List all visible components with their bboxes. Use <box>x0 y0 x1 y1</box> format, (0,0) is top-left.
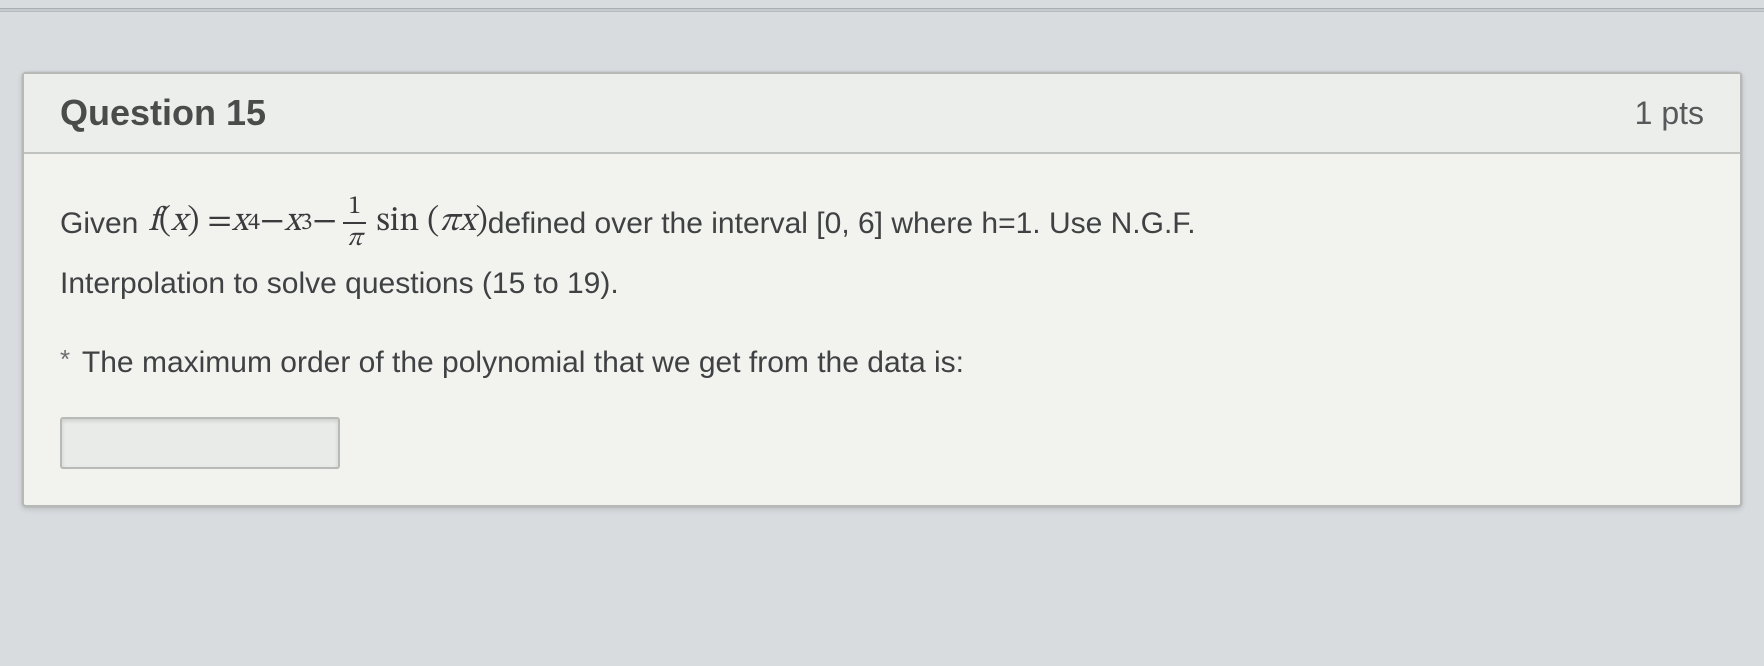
question-header: Question 15 1 pts <box>24 74 1740 154</box>
question-title: Question 15 <box>60 92 266 134</box>
fraction-numerator: 1 <box>344 194 365 220</box>
question-card: Question 15 1 pts Given f ( x ) = x4 − x… <box>22 72 1742 507</box>
sin-arg-x: x <box>459 194 475 252</box>
paren-close-eq: ) = <box>187 194 232 252</box>
paren-open: ( <box>159 194 171 252</box>
fraction-bar <box>343 222 366 224</box>
fraction-one-over-pi: 1 π <box>343 194 366 252</box>
minus-1: − <box>260 194 284 252</box>
term1-base: x <box>232 194 248 252</box>
answer-input[interactable] <box>60 417 340 469</box>
prompt-text: The maximum order of the polynomial that… <box>74 346 964 379</box>
question-text-line-2: Interpolation to solve questions (15 to … <box>60 258 1704 309</box>
var-x-lhs: x <box>171 194 187 252</box>
given-label: Given <box>60 198 138 249</box>
question-text-line-1: Given f ( x ) = x4 − x3 − 1 π s <box>60 194 1704 252</box>
top-divider <box>0 8 1764 12</box>
minus-2: − <box>313 194 337 252</box>
sin-arg-pi: π <box>439 194 459 252</box>
question-body: Given f ( x ) = x4 − x3 − 1 π s <box>24 154 1740 505</box>
sin-close-paren: ) <box>476 194 488 252</box>
term2-base: x <box>284 194 300 252</box>
math-expression: f ( x ) = x4 − x3 − 1 π sin ( π <box>148 194 487 252</box>
func-f: f <box>148 194 158 252</box>
sin-label: sin ( <box>376 194 439 252</box>
question-prompt: * The maximum order of the polynomial th… <box>60 337 1704 388</box>
page-root: Question 15 1 pts Given f ( x ) = x4 − x… <box>0 0 1764 666</box>
question-points: 1 pts <box>1635 95 1704 132</box>
after-math-text: defined over the interval [0, 6] where h… <box>488 198 1196 249</box>
required-mark-icon: * <box>60 344 70 374</box>
fraction-denominator: π <box>343 226 366 252</box>
